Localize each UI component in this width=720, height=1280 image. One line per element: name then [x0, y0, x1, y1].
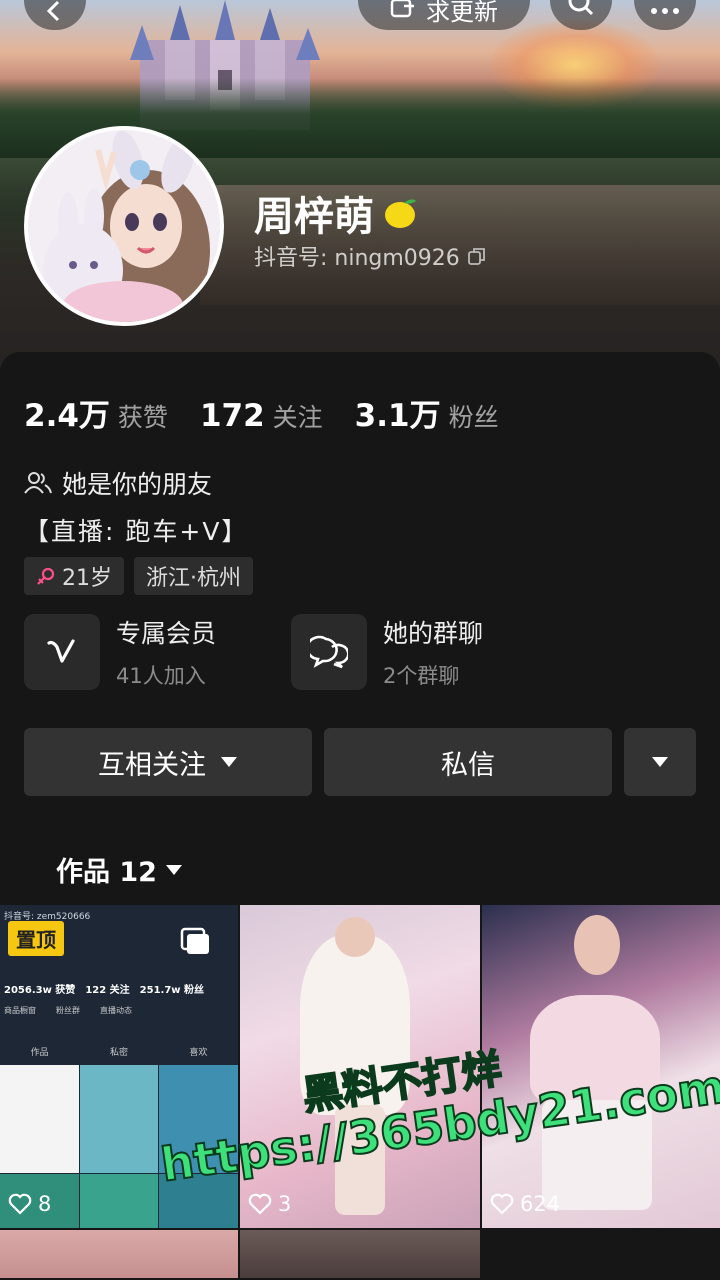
copy-icon[interactable]	[467, 247, 486, 265]
more-dots-icon	[651, 8, 679, 14]
request-update-button[interactable]: 求更新	[358, 0, 530, 30]
follow-label: 互相关注	[98, 749, 206, 781]
mini-stats: 2056.3w 获赞 122 关注 251.7w 粉丝	[4, 985, 205, 996]
follow-button[interactable]: 互相关注	[24, 728, 312, 796]
membership-title: 专属会员	[116, 619, 217, 648]
location-text: 浙江·杭州	[146, 566, 241, 591]
nickname: 周梓萌	[254, 184, 420, 242]
mini-tabs: 作品 私密 喜欢	[30, 1048, 208, 1058]
membership-count: 41人加入	[116, 664, 206, 688]
membership-entry[interactable]: 专属会员 41人加入	[24, 614, 291, 690]
message-label: 私信	[441, 749, 495, 781]
profile-banner: 求更新 周梓萌 抖音号: ningm0926	[0, 0, 720, 372]
caret-down-icon	[221, 757, 237, 767]
empty-slot	[482, 1230, 720, 1278]
caret-down-icon	[165, 864, 182, 875]
video-thumbnail[interactable]	[240, 1230, 480, 1278]
heart-icon	[490, 1193, 514, 1215]
age-tag: 21岁	[24, 557, 124, 595]
works-tab-label: 作品 12	[56, 857, 157, 888]
friends-icon	[24, 472, 52, 494]
stats-row: 2.4万 获赞 172 关注 3.1万 粉丝	[24, 390, 499, 435]
age-text: 21岁	[62, 566, 112, 591]
avatar[interactable]	[24, 126, 224, 326]
bio-text: 【直播: 跑车+V】	[24, 517, 249, 546]
tab-works[interactable]: 作品 12	[56, 850, 183, 889]
stat-followers[interactable]: 3.1万 粉丝	[355, 390, 499, 435]
friend-relation: 她是你的朋友	[24, 465, 212, 501]
avatar-illustration	[28, 130, 220, 322]
search-icon	[568, 0, 594, 16]
like-count: 8	[8, 1192, 51, 1216]
feature-row: 专属会员 41人加入 她的群聊 2个群聊	[24, 614, 558, 690]
update-icon	[390, 0, 414, 18]
group-chat-count: 2个群聊	[383, 664, 460, 688]
group-chat-entry[interactable]: 她的群聊 2个群聊	[291, 614, 558, 690]
tag-row: 21岁 浙江·杭州	[24, 557, 253, 595]
multi-image-icon	[180, 927, 209, 954]
vip-v-icon	[47, 639, 75, 663]
female-icon	[37, 567, 55, 585]
caret-down-icon	[652, 757, 668, 767]
request-update-label: 求更新	[426, 0, 498, 26]
group-chat-icon	[310, 635, 348, 669]
location-tag: 浙江·杭州	[134, 557, 253, 595]
message-button[interactable]: 私信	[324, 728, 612, 796]
account-id: 抖音号: ningm0926	[254, 240, 486, 272]
action-row: 互相关注 私信	[24, 728, 696, 796]
pinned-badge: 置顶	[8, 921, 64, 956]
lemon-icon	[385, 199, 416, 228]
like-count: 624	[490, 1192, 560, 1216]
like-count: 3	[248, 1192, 291, 1216]
back-arrow-icon	[46, 0, 60, 22]
video-thumbnail[interactable]	[0, 1230, 238, 1278]
stat-likes[interactable]: 2.4万 获赞	[24, 390, 168, 435]
account-id-text: 抖音号: ningm0926	[254, 246, 460, 271]
heart-icon	[8, 1193, 32, 1215]
recommend-dropdown-button[interactable]	[624, 728, 696, 796]
stat-following[interactable]: 172 关注	[200, 398, 323, 434]
group-chat-title: 她的群聊	[383, 619, 484, 648]
nickname-text: 周梓萌	[254, 194, 374, 240]
friend-relation-text: 她是你的朋友	[62, 470, 213, 499]
mini-menu: 商品橱窗 粉丝群 直播动态	[4, 1006, 132, 1015]
heart-icon	[248, 1193, 272, 1215]
